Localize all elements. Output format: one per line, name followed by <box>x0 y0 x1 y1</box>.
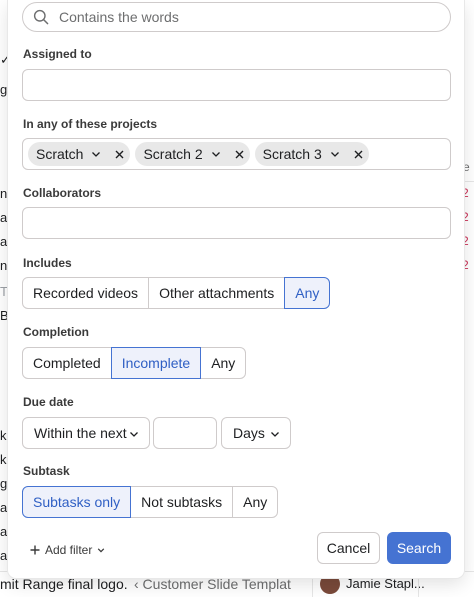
background-fragment: n <box>0 258 8 273</box>
chevron-down-icon[interactable] <box>330 149 340 159</box>
chevron-down-icon[interactable] <box>211 149 221 159</box>
cancel-button[interactable]: Cancel <box>317 532 380 564</box>
background-fragment: g <box>0 82 8 97</box>
background-fragment: n <box>0 186 8 201</box>
add-filter-label: Add filter <box>45 543 93 557</box>
due-date-unit-value: Days <box>233 425 265 441</box>
includes-recorded-videos-button[interactable]: Recorded videos <box>22 277 150 309</box>
collaborators-field[interactable] <box>22 207 451 239</box>
project-chip-label: Scratch <box>36 146 84 162</box>
close-icon[interactable] <box>235 150 244 159</box>
projects-field[interactable]: Scratch Scratch 2 Scratch 3 <box>22 138 451 170</box>
project-chip[interactable]: Scratch 3 <box>254 142 369 166</box>
chevron-down-icon[interactable] <box>91 149 101 159</box>
close-icon[interactable] <box>354 150 363 159</box>
completion-completed-button[interactable]: Completed <box>22 347 112 379</box>
collaborators-label: Collaborators <box>23 186 102 200</box>
search-input[interactable] <box>59 9 439 25</box>
search-icon <box>33 9 49 25</box>
chevron-down-icon <box>270 429 280 439</box>
subtask-subtasks-only-button[interactable]: Subtasks only <box>22 486 132 518</box>
project-chip[interactable]: Scratch 2 <box>135 142 250 166</box>
project-chip-label: Scratch 3 <box>262 146 322 162</box>
search-button[interactable]: Search <box>387 532 451 564</box>
chevron-down-icon <box>97 546 105 554</box>
background-fragment: g <box>0 476 8 491</box>
project-chip[interactable]: Scratch <box>28 142 131 166</box>
advanced-search-panel: Assigned to In any of these projects Scr… <box>8 0 464 578</box>
subtask-any-button[interactable]: Any <box>232 486 279 518</box>
background-task-project: ‹ Customer Slide Templat <box>134 576 291 592</box>
background-fragment: a <box>0 524 8 539</box>
subtask-not-subtasks-button[interactable]: Not subtasks <box>130 486 234 518</box>
completion-segmented-control: Completed Incomplete Any <box>22 347 247 379</box>
project-chip-label: Scratch 2 <box>143 146 203 162</box>
subtask-label: Subtask <box>23 464 70 478</box>
due-date-amount-input[interactable] <box>153 417 217 449</box>
completion-incomplete-button[interactable]: Incomplete <box>110 347 202 379</box>
due-date-label: Due date <box>23 395 74 409</box>
due-date-unit-dropdown[interactable]: Days <box>221 417 291 449</box>
due-date-range-value: Within the next <box>34 425 127 441</box>
chevron-down-icon <box>129 429 139 439</box>
assigned-to-label: Assigned to <box>23 47 92 61</box>
due-date-range-dropdown[interactable]: Within the next <box>22 417 150 449</box>
projects-label: In any of these projects <box>23 117 158 131</box>
background-task-name: mit Range final logo. <box>0 576 128 592</box>
background-left-column: ✓ g n ag ag n Ta B k k g ag a ap <box>0 0 14 597</box>
includes-other-attachments-button[interactable]: Other attachments <box>148 277 286 309</box>
search-box <box>22 2 451 32</box>
background-task-assignee: Jamie Stapl... <box>346 576 425 591</box>
includes-any-button[interactable]: Any <box>284 277 331 309</box>
assigned-to-field[interactable] <box>22 69 451 101</box>
includes-segmented-control: Recorded videos Other attachments Any <box>22 277 331 309</box>
completion-any-button[interactable]: Any <box>200 347 247 379</box>
background-fragment: k <box>0 428 7 443</box>
includes-label: Includes <box>23 256 72 270</box>
plus-icon <box>30 545 40 555</box>
project-chip-list: Scratch Scratch 2 Scratch 3 <box>23 139 450 169</box>
completion-label: Completion <box>23 325 89 339</box>
background-fragment: k <box>0 452 7 467</box>
subtask-segmented-control: Subtasks only Not subtasks Any <box>22 486 279 518</box>
add-filter-button[interactable]: Add filter <box>30 543 105 557</box>
close-icon[interactable] <box>115 150 124 159</box>
